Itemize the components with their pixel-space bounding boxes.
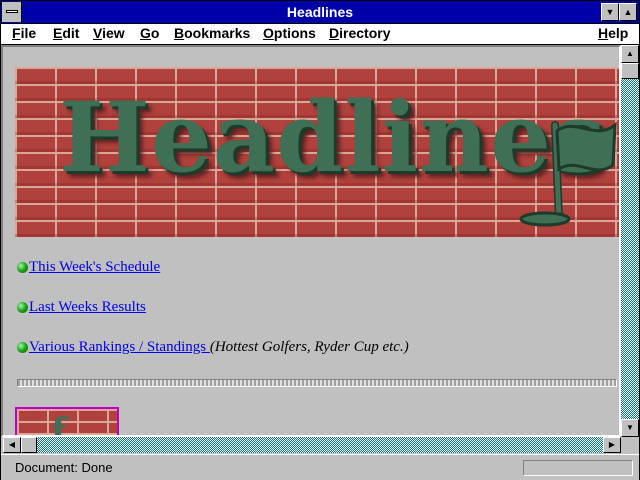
menu-options[interactable]: Options <box>263 25 316 41</box>
green-bullet-icon <box>17 342 28 354</box>
link-last-weeks-results[interactable]: Last Weeks Results <box>29 299 146 315</box>
window-title: Headlines <box>286 4 354 20</box>
vertical-scroll-thumb[interactable] <box>621 63 639 79</box>
banner-thumbnail-link[interactable]: ƒ <box>15 407 119 437</box>
status-text: Document: Done <box>15 460 113 475</box>
horizontal-scroll-thumb[interactable] <box>21 437 37 453</box>
scroll-left-icon[interactable]: ◀ <box>3 437 21 453</box>
link-rankings-standings[interactable]: Various Rankings / Standings <box>29 339 210 355</box>
golf-flag-logo <box>519 121 617 227</box>
scroll-down-icon[interactable]: ▼ <box>621 419 639 437</box>
scroll-up-icon[interactable]: ▲ <box>621 45 639 63</box>
scrollbar-corner <box>621 437 639 453</box>
menu-go[interactable]: Go <box>140 25 159 41</box>
list-item: Last Weeks Results <box>17 299 146 316</box>
menu-help[interactable]: Help <box>598 25 628 41</box>
menu-view[interactable]: View <box>93 25 125 41</box>
golf-flag-thumbnail-icon: ƒ <box>51 411 67 437</box>
green-bullet-icon <box>17 302 28 314</box>
minimize-icon[interactable]: ▼ <box>601 3 619 21</box>
menu-directory[interactable]: Directory <box>329 25 390 41</box>
menu-file[interactable]: File <box>12 25 36 41</box>
scroll-right-icon[interactable]: ▶ <box>603 437 621 453</box>
maximize-icon[interactable]: ▲ <box>619 3 637 21</box>
link-this-weeks-schedule[interactable]: This Week's Schedule <box>29 259 160 275</box>
menu-edit[interactable]: Edit <box>53 25 79 41</box>
headlines-banner: Headlines <box>15 67 619 237</box>
progress-indicator <box>523 460 633 476</box>
vertical-scrollbar[interactable]: ▲ ▼ <box>621 45 639 437</box>
browser-window: Headlines ▼ ▲ File Edit View Go Bookmark… <box>0 0 640 480</box>
horizontal-rule <box>17 379 617 387</box>
green-bullet-icon <box>17 262 28 274</box>
list-item: Various Rankings / Standings (Hottest Go… <box>17 339 409 356</box>
list-item: This Week's Schedule <box>17 259 160 276</box>
status-bar: Document: Done <box>1 454 639 480</box>
page-content: Headlines This Week's Schedule Last Week… <box>1 45 621 437</box>
menu-bookmarks[interactable]: Bookmarks <box>174 25 250 41</box>
rankings-note: (Hottest Golfers, Ryder Cup etc.) <box>209 339 409 355</box>
menu-bar: File Edit View Go Bookmarks Options Dire… <box>1 24 639 45</box>
horizontal-scrollbar[interactable]: ◀ ▶ <box>3 437 621 453</box>
title-bar: Headlines ▼ ▲ <box>1 1 639 24</box>
